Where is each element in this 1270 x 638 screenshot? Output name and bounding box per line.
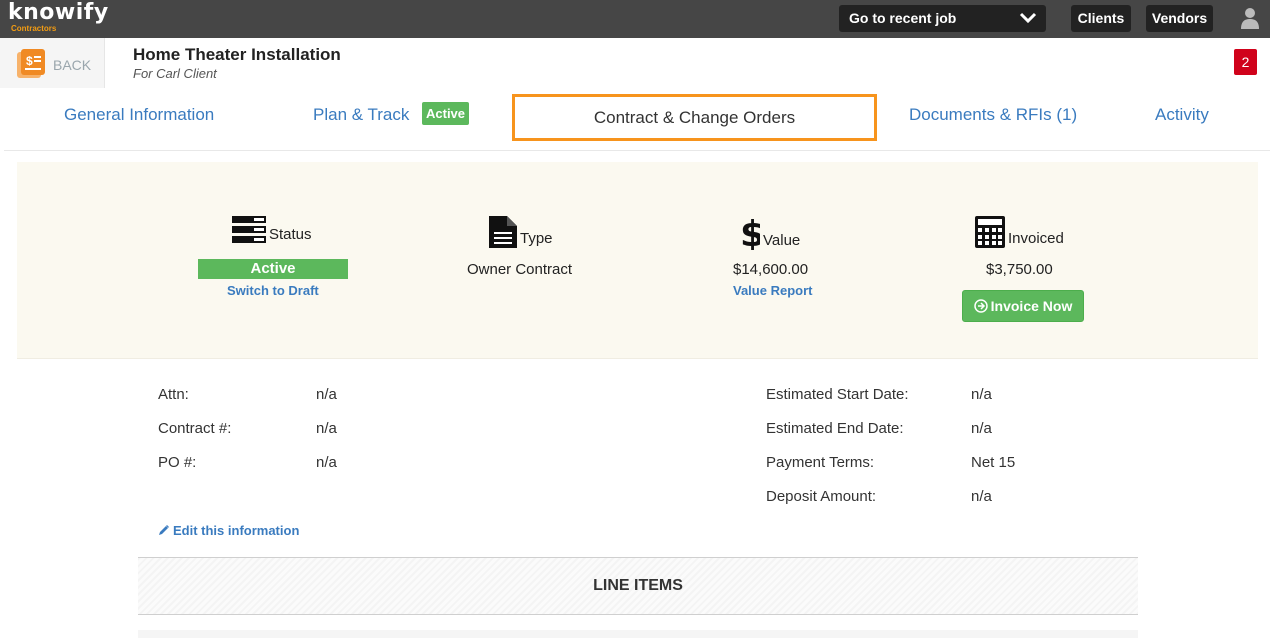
dollar-icon: $ <box>740 216 760 250</box>
invoice-document-icon: $ <box>17 49 45 78</box>
invoice-now-label: Invoice Now <box>990 298 1073 314</box>
switch-to-draft-link[interactable]: Switch to Draft <box>227 283 319 298</box>
invoiced-heading: Invoiced <box>1008 230 1064 247</box>
edit-information-label: Edit this information <box>173 523 300 538</box>
invoice-now-button[interactable]: Invoice Now <box>962 290 1084 322</box>
tabs-divider <box>4 150 1270 151</box>
back-label: BACK <box>53 57 92 73</box>
tab-general-information[interactable]: General Information <box>64 105 214 125</box>
document-icon <box>489 216 517 248</box>
deposit-amount-label: Deposit Amount: <box>766 488 877 505</box>
attn-label: Attn: <box>158 386 189 403</box>
value-heading: Value <box>763 232 801 249</box>
notification-badge[interactable]: 2 <box>1234 49 1257 75</box>
job-client: For Carl Client <box>133 66 217 81</box>
contract-value: $14,600.00 <box>733 261 809 278</box>
calculator-icon <box>975 216 1005 248</box>
logo-subtitle: Contractors <box>11 24 57 33</box>
logo-wordmark: knowify <box>8 0 109 25</box>
job-title: Home Theater Installation <box>133 45 341 64</box>
invoiced-value: $3,750.00 <box>986 261 1053 278</box>
start-date-label: Estimated Start Date: <box>766 386 909 403</box>
tab-contract-and-change-orders[interactable]: Contract & Change Orders <box>512 94 877 141</box>
deposit-amount-value: n/a <box>971 488 992 505</box>
type-heading: Type <box>520 230 553 247</box>
payment-terms-value: Net 15 <box>971 454 1016 471</box>
app-logo[interactable]: knowify Contractors <box>8 0 109 34</box>
clients-button[interactable]: Clients <box>1071 5 1131 32</box>
vendors-button[interactable]: Vendors <box>1146 5 1213 32</box>
top-bar: knowify Contractors Go to recent job Cli… <box>0 0 1270 38</box>
contract-number-value: n/a <box>316 420 337 437</box>
status-summary: Status <box>232 216 312 244</box>
line-items-header: LINE ITEMS <box>138 557 1138 615</box>
chevron-down-icon <box>1019 12 1037 24</box>
attn-value: n/a <box>316 386 337 403</box>
plan-status-badge: Active <box>422 102 470 125</box>
invoiced-summary: Invoiced <box>975 216 1064 248</box>
arrow-circle-right-icon <box>973 299 988 313</box>
tab-activity[interactable]: Activity <box>1155 105 1209 125</box>
recent-job-dropdown[interactable]: Go to recent job <box>839 5 1046 32</box>
start-date-value: n/a <box>971 386 992 403</box>
contract-number-label: Contract #: <box>158 420 232 437</box>
svg-text:$: $ <box>26 54 33 68</box>
user-icon[interactable] <box>1240 7 1260 29</box>
pencil-icon <box>159 525 169 535</box>
end-date-value: n/a <box>971 420 992 437</box>
tab-plan-and-track[interactable]: Plan & Track <box>313 105 409 125</box>
status-heading: Status <box>269 226 312 243</box>
svg-text:$: $ <box>740 216 760 250</box>
server-icon <box>232 216 266 243</box>
value-report-link[interactable]: Value Report <box>733 283 812 298</box>
end-date-label: Estimated End Date: <box>766 420 904 437</box>
line-items-row <box>138 630 1138 638</box>
payment-terms-label: Payment Terms: <box>766 454 875 471</box>
recent-job-label: Go to recent job <box>849 10 957 26</box>
back-button[interactable]: $ BACK <box>0 38 105 88</box>
value-summary: $ Value <box>740 216 800 250</box>
status-badge: Active <box>198 259 348 279</box>
po-number-label: PO #: <box>158 454 197 471</box>
contract-type-value: Owner Contract <box>467 261 573 278</box>
edit-information-link[interactable]: Edit this information <box>158 523 299 538</box>
tab-documents-and-rfis[interactable]: Documents & RFIs (1) <box>909 105 1077 125</box>
type-summary: Type <box>489 216 553 248</box>
po-number-value: n/a <box>316 454 337 471</box>
